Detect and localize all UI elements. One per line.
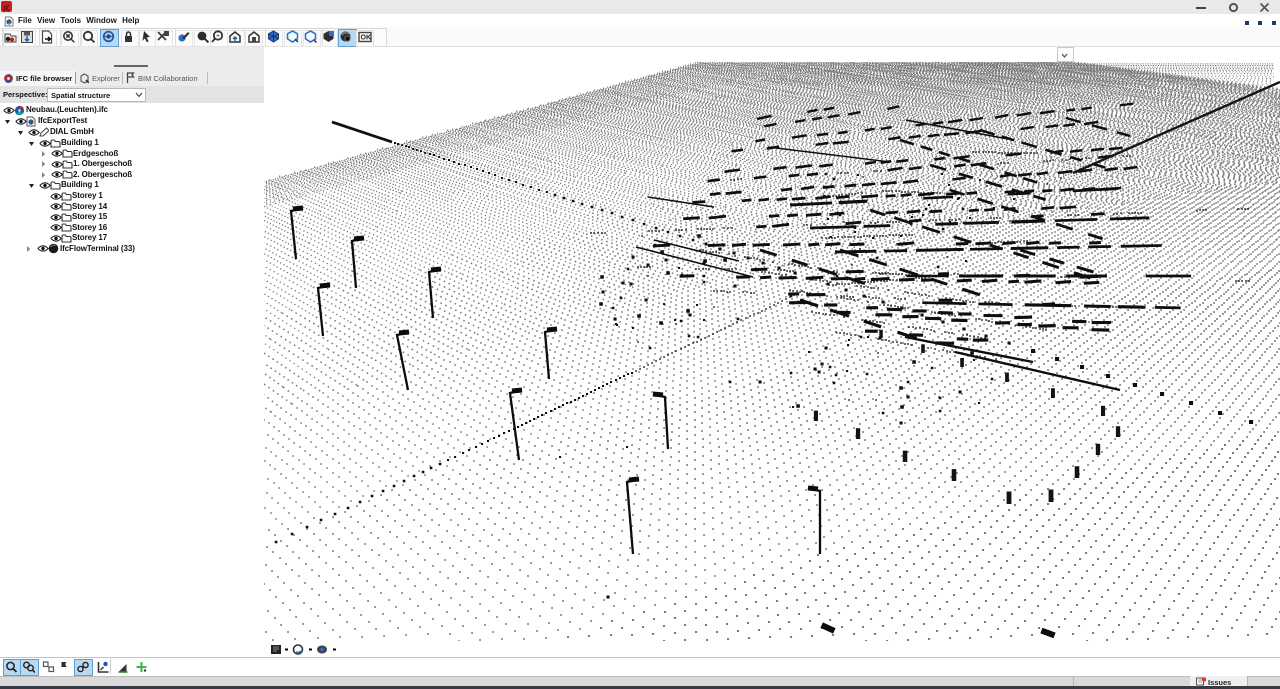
svg-text:OK: OK [360,35,371,42]
